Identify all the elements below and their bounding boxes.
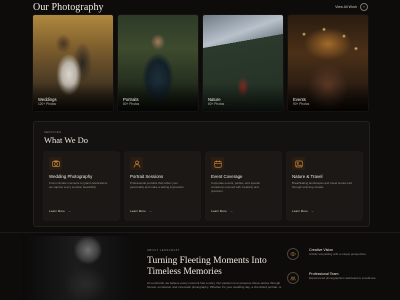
card-label: Nature 60+ Photos	[208, 97, 224, 106]
card-label: Portraits 80+ Photos	[123, 97, 139, 106]
learn-more-label: Learn More	[292, 209, 308, 213]
service-desc: Corporate events, parties, and special o…	[211, 181, 260, 193]
service-card-event[interactable]: Event Coverage Corporate events, parties…	[206, 152, 281, 220]
view-all-link[interactable]: View All Work ›	[335, 3, 368, 11]
service-name: Nature & Travel	[292, 174, 323, 179]
arrow-right-icon: →	[229, 209, 233, 213]
gallery-card-portraits[interactable]: Portraits 80+ Photos	[118, 15, 198, 111]
learn-more-link[interactable]: Learn More →	[211, 209, 233, 213]
calendar-icon	[211, 157, 224, 170]
gallery-header: Our Photography View All Work ›	[33, 0, 368, 14]
service-name: Wedding Photography	[49, 174, 93, 179]
section-divider	[0, 232, 400, 233]
photographer-photo	[22, 236, 132, 300]
about-title: Turning Fleeting Moments Into Timeless M…	[147, 256, 267, 277]
service-desc: Breathtaking landscapes and travel stori…	[292, 181, 352, 189]
service-desc: Professional portraits that reflect your…	[130, 181, 185, 189]
card-count: 60+ Photos	[208, 102, 225, 106]
learn-more-link[interactable]: Learn More →	[49, 209, 71, 213]
eye-icon	[287, 248, 299, 260]
gallery-card-weddings[interactable]: Weddings 120+ Photos	[33, 15, 113, 111]
service-card-wedding[interactable]: Wedding Photography From intimate moment…	[44, 152, 119, 220]
learn-more-label: Learn More	[49, 209, 65, 213]
gallery-card-nature[interactable]: Nature 60+ Photos	[203, 15, 283, 111]
section-title: Our Photography	[33, 1, 104, 13]
card-label: Events 90+ Photos	[293, 97, 309, 106]
feature-desc: Artistic storytelling with a unique pers…	[309, 252, 367, 256]
card-count: 120+ Photos	[38, 102, 56, 106]
card-label: Weddings 120+ Photos	[38, 97, 57, 106]
arrow-right-icon: ›	[360, 3, 368, 11]
services-grid: Wedding Photography From intimate moment…	[44, 152, 362, 220]
learn-more-label: Learn More	[130, 209, 146, 213]
person-icon	[130, 157, 143, 170]
services-panel: SERVICES What We Do Wedding Photography …	[33, 121, 370, 227]
learn-more-link[interactable]: Learn More →	[292, 209, 314, 213]
services-title: What We Do	[44, 135, 89, 145]
arrow-right-icon: →	[67, 209, 71, 213]
arrow-right-icon: →	[310, 209, 314, 213]
gallery-card-events[interactable]: Events 90+ Photos	[288, 15, 368, 111]
card-count: 90+ Photos	[293, 102, 310, 106]
learn-more-link[interactable]: Learn More →	[130, 209, 152, 213]
service-desc: From intimate moments to grand celebrati…	[49, 181, 108, 189]
arrow-right-icon: →	[148, 209, 152, 213]
services-eyebrow: SERVICES	[44, 130, 62, 134]
service-name: Portrait Sessions	[130, 174, 164, 179]
service-card-nature[interactable]: Nature & Travel Breathtaking landscapes …	[287, 152, 362, 220]
service-card-portrait[interactable]: Portrait Sessions Professional portraits…	[125, 152, 200, 220]
card-count: 80+ Photos	[123, 102, 140, 106]
about-eyebrow: ABOUT LENSCRAFT	[147, 248, 180, 252]
about-text: At LensCraft, we believe every moment ha…	[147, 281, 282, 289]
view-all-label: View All Work	[335, 5, 357, 9]
feature-desc: Experienced photographers dedicated to e…	[309, 276, 377, 280]
learn-more-label: Learn More	[211, 209, 227, 213]
image-icon	[292, 157, 305, 170]
service-name: Event Coverage	[211, 174, 243, 179]
team-icon	[287, 272, 299, 284]
photo-gallery: Weddings 120+ Photos Portraits 80+ Photo…	[33, 15, 368, 111]
camera-icon	[49, 157, 62, 170]
